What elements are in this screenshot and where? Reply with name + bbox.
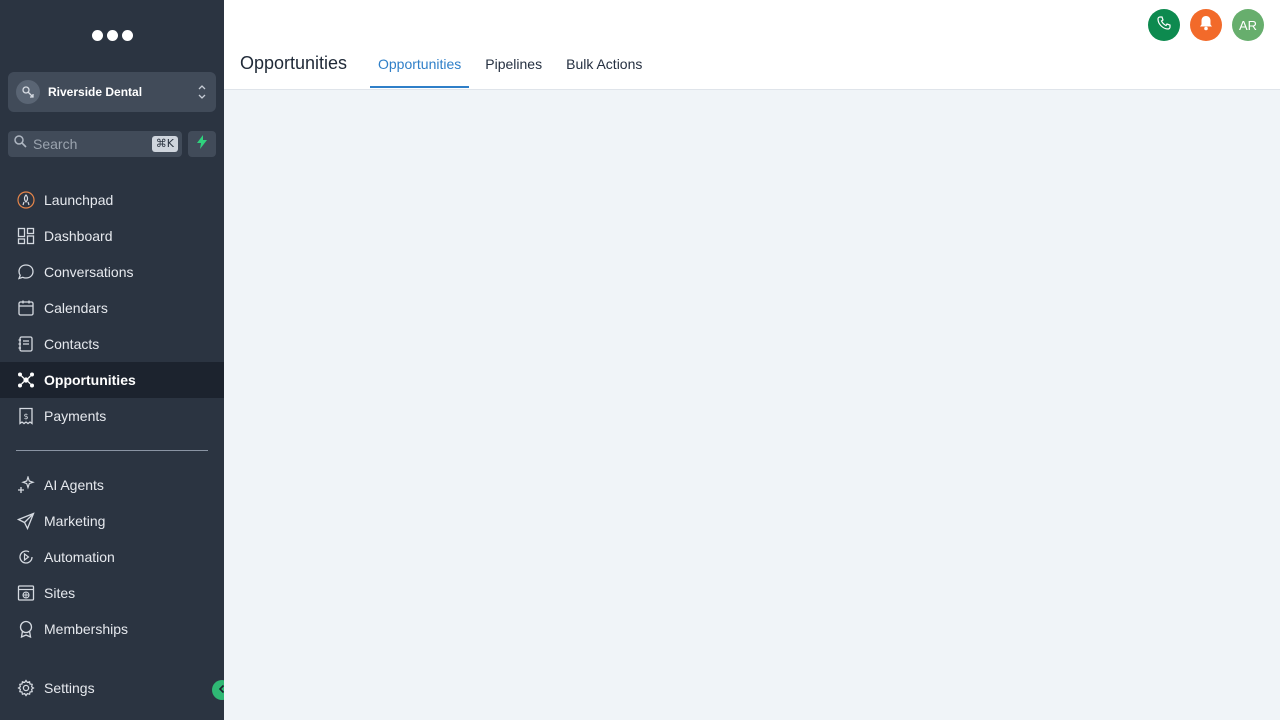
header-actions: AR	[1148, 9, 1264, 41]
launchpad-icon	[16, 190, 36, 210]
sidebar-item-label: Marketing	[44, 513, 106, 529]
app-logo[interactable]	[92, 30, 133, 41]
tab-opportunities[interactable]: Opportunities	[370, 50, 470, 88]
automation-icon	[16, 547, 36, 567]
sidebar-item-label: Settings	[44, 680, 95, 696]
page-title: Opportunities	[240, 53, 348, 73]
sidebar-divider	[16, 450, 208, 451]
sidebar-item-ai-agents[interactable]: AI Agents	[0, 467, 224, 503]
user-avatar[interactable]: AR	[1232, 9, 1264, 41]
sidebar-item-opportunities[interactable]: Opportunities	[0, 362, 224, 398]
search-shortcut-badge: ⌘K	[151, 136, 178, 152]
sites-icon	[16, 583, 36, 603]
tab-pipelines[interactable]: Pipelines	[477, 50, 550, 88]
sidebar-item-memberships[interactable]: Memberships	[0, 611, 224, 647]
chat-bubble-icon	[16, 262, 36, 282]
sidebar-item-dashboard[interactable]: Dashboard	[0, 218, 224, 254]
sidebar-item-label: Payments	[44, 408, 107, 424]
contacts-book-icon	[16, 334, 36, 354]
account-switcher[interactable]: Riverside Dental	[8, 72, 216, 112]
sidebar-item-label: Dashboard	[44, 228, 113, 244]
sidebar-item-label: Sites	[44, 585, 76, 601]
phone-button[interactable]	[1148, 9, 1180, 41]
sidebar-item-marketing[interactable]: Marketing	[0, 503, 224, 539]
payments-icon: $	[16, 406, 36, 426]
sidebar-item-label: Memberships	[44, 621, 129, 637]
notifications-button[interactable]	[1190, 9, 1222, 41]
search-icon	[14, 135, 27, 153]
sidebar-item-settings[interactable]: Settings	[0, 670, 224, 706]
sidebar-item-label: AI Agents	[44, 477, 104, 493]
phone-icon	[1157, 15, 1171, 35]
tab-bulk-actions[interactable]: Bulk Actions	[558, 50, 650, 88]
chevron-up-down-icon	[197, 83, 207, 106]
gear-icon	[16, 678, 36, 698]
badge-icon	[16, 619, 36, 639]
main-content	[224, 91, 1280, 720]
sidebar-item-contacts[interactable]: Contacts	[0, 326, 224, 362]
search-input[interactable]	[33, 136, 143, 152]
top-header: Opportunities Opportunities Pipelines Bu…	[224, 0, 1280, 90]
dashboard-icon	[16, 226, 36, 246]
sidebar-item-label: Opportunities	[44, 372, 136, 388]
bell-icon	[1199, 15, 1213, 36]
tab-bar: Opportunities Pipelines Bulk Actions	[370, 50, 658, 88]
account-icon	[16, 80, 40, 104]
sidebar-item-label: Automation	[44, 549, 115, 565]
sidebar-item-automation[interactable]: Automation	[0, 539, 224, 575]
calendar-icon	[16, 298, 36, 318]
sidebar-item-label: Launchpad	[44, 192, 114, 208]
sidebar-item-launchpad[interactable]: Launchpad	[0, 182, 224, 218]
sidebar-item-sites[interactable]: Sites	[0, 575, 224, 611]
quick-action-button[interactable]	[188, 131, 216, 157]
opportunities-icon	[16, 370, 36, 390]
sparkles-icon	[16, 475, 36, 495]
sidebar-item-payments[interactable]: $ Payments	[0, 398, 224, 434]
lightning-icon	[196, 134, 208, 154]
search-box: ⌘K	[8, 131, 182, 157]
sidebar-item-label: Contacts	[44, 336, 100, 352]
sidebar-item-calendars[interactable]: Calendars	[0, 290, 224, 326]
sidebar-item-conversations[interactable]: Conversations	[0, 254, 224, 290]
account-name: Riverside Dental	[48, 85, 143, 99]
sidebar-item-label: Conversations	[44, 264, 134, 280]
sidebar-item-label: Calendars	[44, 300, 108, 316]
send-icon	[16, 511, 36, 531]
sidebar: Riverside Dental ⌘K Launchpad Dashboard	[0, 0, 224, 720]
svg-text:$: $	[23, 412, 28, 421]
